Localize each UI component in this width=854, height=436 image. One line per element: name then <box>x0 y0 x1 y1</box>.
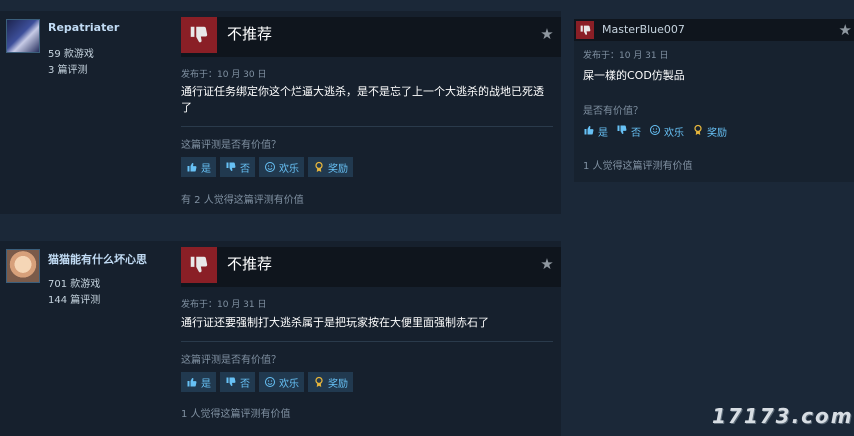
helpful-count: 1 人觉得这篇评测有价值 <box>181 409 291 420</box>
funny-label: 欢乐 <box>279 163 299 175</box>
review-card-2: 猫猫能有什么坏心思 701 款游戏 144 篇评测 不推荐 ★ 发布于：10 月… <box>0 241 561 436</box>
post-date: 发布于：10 月 31 日 <box>583 51 669 61</box>
rating-buttons: 是 否 欢乐 奖励 <box>583 124 727 139</box>
yes-button[interactable]: 是 <box>583 124 608 139</box>
review-text: 屎一樣的COD仿製品 <box>583 69 685 82</box>
thumbs-down-icon <box>181 247 217 283</box>
smiley-icon <box>264 376 276 388</box>
games-count[interactable]: 701 款游戏 <box>48 275 100 290</box>
award-label: 奖励 <box>328 378 348 390</box>
award-button[interactable]: 奖励 <box>692 124 727 139</box>
rating-buttons: 是 否 欢乐 奖励 <box>181 157 353 177</box>
vote-header[interactable]: 不推荐 ★ <box>181 247 561 287</box>
no-button[interactable]: 否 <box>220 372 255 392</box>
post-date: 发布于：10 月 31 日 <box>181 300 267 310</box>
thumbs-down-icon <box>225 161 237 173</box>
review-card-1: Repatriater 59 款游戏 3 篇评测 不推荐 ★ 发布于：10 月 … <box>0 11 561 214</box>
verdict-label: 不推荐 <box>227 25 273 43</box>
helpful-question: 是否有价值？ <box>583 106 643 117</box>
thumbs-up-icon <box>583 124 595 139</box>
award-icon <box>313 161 325 173</box>
no-label: 否 <box>631 128 641 139</box>
avatar[interactable] <box>6 19 40 53</box>
reviewer-name[interactable]: MasterBlue007 <box>602 23 685 36</box>
helpful-question: 这篇评测是否有价值？ <box>181 355 281 366</box>
funny-button[interactable]: 欢乐 <box>259 157 304 177</box>
thumbs-down-icon <box>225 376 237 388</box>
divider <box>181 341 553 342</box>
yes-button[interactable]: 是 <box>181 157 216 177</box>
review-text: 通行证任务绑定你这个烂逼大逃杀，是不是忘了上一个大逃杀的战地已死透了 <box>181 85 544 114</box>
star-icon[interactable]: ★ <box>839 21 852 39</box>
no-label: 否 <box>240 163 250 175</box>
funny-label: 欢乐 <box>279 378 299 390</box>
helpful-count: 1 人觉得这篇评测有价值 <box>583 161 693 172</box>
thumbs-down-icon <box>181 17 217 53</box>
post-date: 发布于：10 月 30 日 <box>181 70 267 80</box>
no-button[interactable]: 否 <box>616 124 641 139</box>
thumbs-up-icon <box>186 376 198 388</box>
award-icon <box>692 124 704 139</box>
watermark: 17173.com <box>712 404 854 428</box>
award-icon <box>313 376 325 388</box>
reviews-count[interactable]: 144 篇评测 <box>48 291 100 306</box>
verdict-label: 不推荐 <box>227 255 273 273</box>
funny-button[interactable]: 欢乐 <box>259 372 304 392</box>
thumbs-down-icon <box>616 124 628 139</box>
award-label: 奖励 <box>707 128 727 139</box>
no-button[interactable]: 否 <box>220 157 255 177</box>
award-button[interactable]: 奖励 <box>308 372 353 392</box>
yes-label: 是 <box>201 163 211 175</box>
thumbs-down-icon <box>576 21 594 39</box>
no-label: 否 <box>240 378 250 390</box>
smiley-icon <box>649 124 661 139</box>
games-count[interactable]: 59 款游戏 <box>48 45 94 60</box>
side-review-card: MasterBlue007 ★ 发布于：10 月 31 日 屎一樣的COD仿製品… <box>574 19 854 182</box>
star-icon[interactable]: ★ <box>539 256 555 272</box>
vote-header[interactable]: 不推荐 ★ <box>181 17 561 57</box>
reviewer-name[interactable]: 猫猫能有什么坏心思 <box>48 251 147 267</box>
review-text: 通行证还要强制打大逃杀属于是把玩家按在大便里面强制赤石了 <box>181 316 489 329</box>
helpful-question: 这篇评测是否有价值？ <box>181 140 281 151</box>
rating-buttons: 是 否 欢乐 奖励 <box>181 372 353 392</box>
funny-label: 欢乐 <box>664 128 684 139</box>
award-button[interactable]: 奖励 <box>308 157 353 177</box>
award-label: 奖励 <box>328 163 348 175</box>
yes-label: 是 <box>201 378 211 390</box>
vote-header[interactable]: MasterBlue007 ★ <box>574 19 854 41</box>
divider <box>181 126 553 127</box>
avatar[interactable] <box>6 249 40 283</box>
reviews-count[interactable]: 3 篇评测 <box>48 61 88 76</box>
star-icon[interactable]: ★ <box>539 26 555 42</box>
yes-label: 是 <box>598 128 608 139</box>
reviewer-name[interactable]: Repatriater <box>48 21 119 34</box>
helpful-count: 有 2 人觉得这篇评测有价值 <box>181 195 304 206</box>
funny-button[interactable]: 欢乐 <box>649 124 684 139</box>
yes-button[interactable]: 是 <box>181 372 216 392</box>
smiley-icon <box>264 161 276 173</box>
thumbs-up-icon <box>186 161 198 173</box>
